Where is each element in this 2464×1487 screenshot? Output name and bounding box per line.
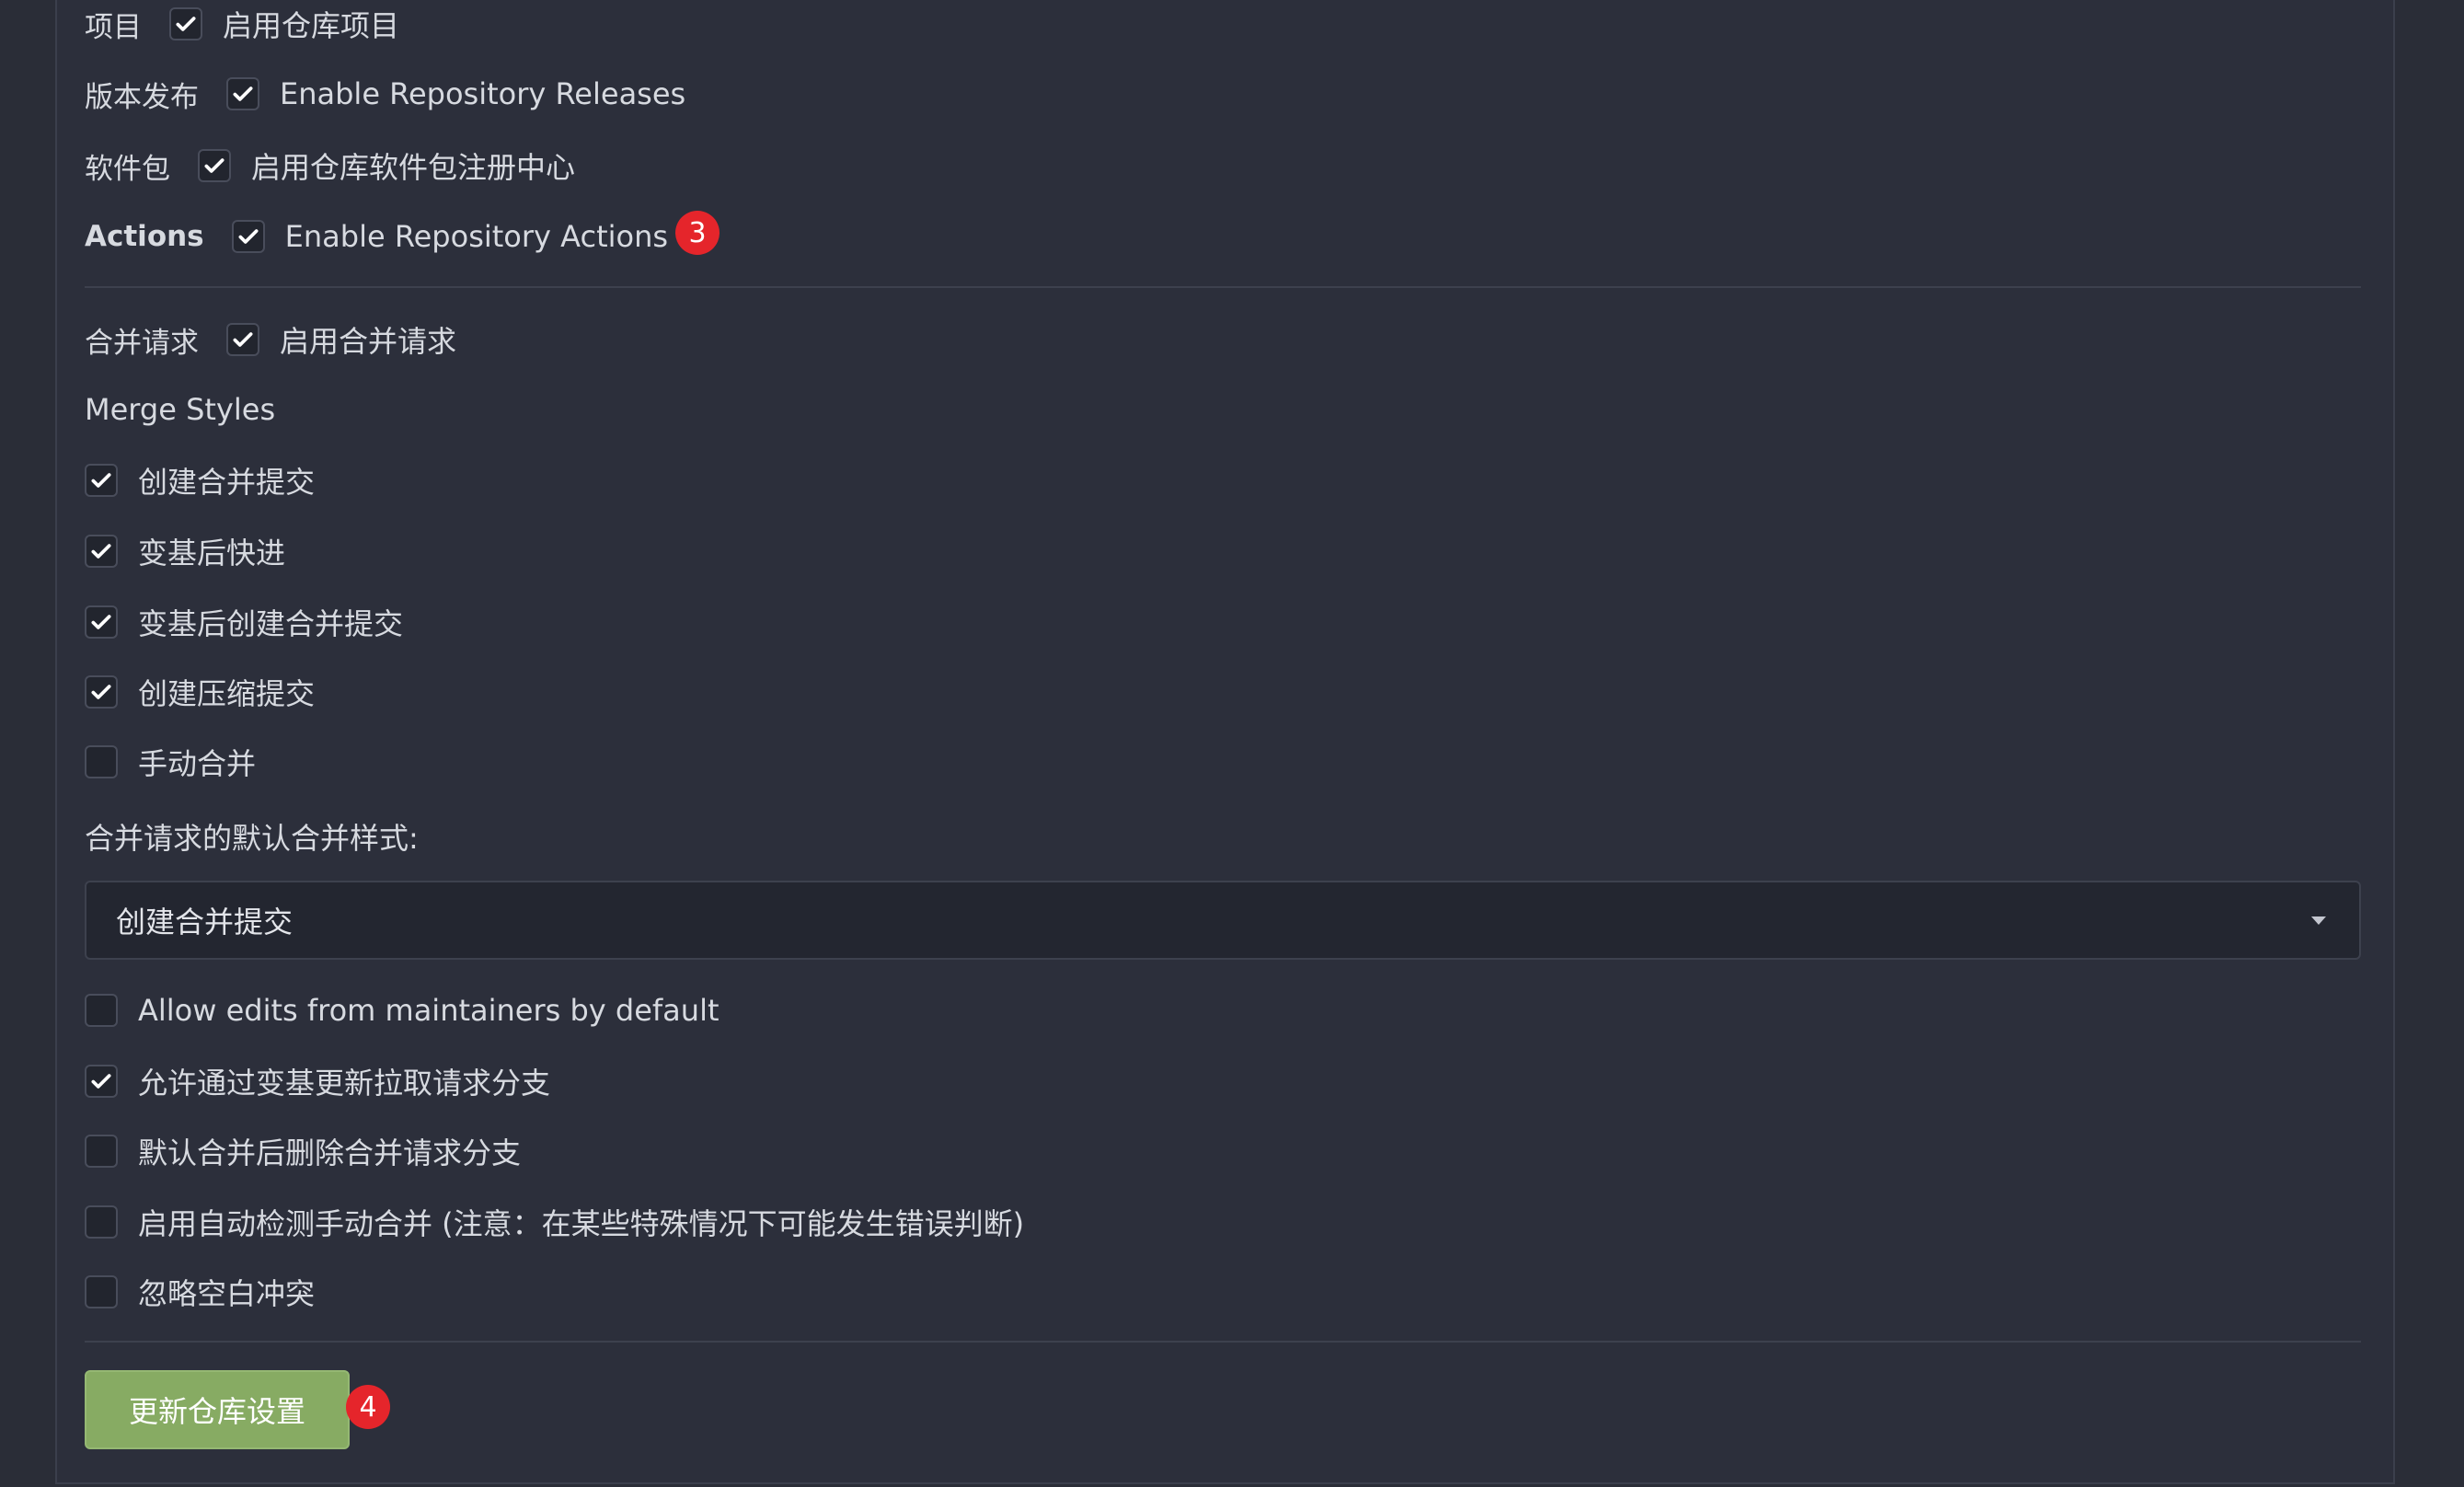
unit-actions-text: Enable Repository Actions: [284, 219, 669, 254]
option-item: 允许通过变基更新拉取请求分支: [85, 1054, 550, 1109]
unit-actions-row: Actions Enable Repository Actions 3: [85, 209, 720, 264]
update-settings-button[interactable]: 更新仓库设置: [85, 1370, 350, 1449]
unit-packages-row: 软件包 启用仓库软件包注册中心: [85, 138, 575, 193]
checkmark-icon: [91, 1074, 111, 1089]
option-label: 忽略空白冲突: [138, 1276, 316, 1311]
merge-style-item: 手动合并: [85, 734, 256, 790]
checkmark-icon: [238, 229, 259, 244]
pull-requests-label: 合并请求: [85, 326, 199, 360]
pull-requests-checkbox[interactable]: [226, 323, 259, 356]
checkmark-icon: [91, 685, 111, 699]
unit-projects-checkbox[interactable]: [169, 7, 202, 40]
option-checkbox[interactable]: [85, 1275, 118, 1308]
option-label: Allow edits from maintainers by default: [138, 993, 720, 1028]
option-checkbox[interactable]: [85, 1065, 118, 1098]
unit-packages-text: 启用仓库软件包注册中心: [251, 150, 576, 185]
merge-style-checkbox[interactable]: [85, 745, 118, 778]
option-item: 忽略空白冲突: [85, 1264, 315, 1320]
option-item: Allow edits from maintainers by default: [85, 983, 720, 1038]
unit-projects-label: 项目: [85, 10, 142, 44]
step-badge: 4: [346, 1385, 390, 1429]
unit-releases-row: 版本发布 Enable Repository Releases: [85, 66, 685, 121]
merge-style-checkbox[interactable]: [85, 605, 118, 639]
unit-releases-label: 版本发布: [85, 80, 199, 114]
pull-requests-text: 启用合并请求: [280, 324, 457, 359]
option-item: 启用自动检测手动合并 (注意：在某些特殊情况下可能发生错误判断): [85, 1194, 1024, 1250]
merge-style-checkbox[interactable]: [85, 535, 118, 568]
checkmark-icon: [91, 615, 111, 629]
checkmark-icon: [233, 86, 253, 101]
section-divider: [85, 286, 2361, 288]
section-divider: [85, 1341, 2361, 1343]
unit-releases-checkbox[interactable]: [226, 77, 259, 110]
merge-style-label: 创建压缩提交: [138, 676, 316, 711]
unit-actions-checkbox[interactable]: [231, 220, 265, 253]
option-label: 默认合并后删除合并请求分支: [138, 1135, 522, 1170]
merge-style-item: 变基后快进: [85, 524, 285, 579]
option-label: 启用自动检测手动合并 (注意：在某些特殊情况下可能发生错误判断): [138, 1206, 1025, 1241]
unit-packages-label: 软件包: [85, 152, 170, 186]
option-label: 允许通过变基更新拉取请求分支: [138, 1066, 551, 1101]
checkmark-icon: [204, 158, 225, 173]
merge-style-label: 变基后快进: [138, 536, 286, 571]
merge-style-checkbox[interactable]: [85, 464, 118, 497]
unit-projects-row: 项目 启用仓库项目: [85, 0, 399, 52]
checkmark-icon: [176, 17, 196, 31]
unit-releases-text: Enable Repository Releases: [280, 76, 686, 111]
merge-style-label: 手动合并: [138, 746, 257, 781]
step-badge: 3: [675, 211, 720, 255]
option-checkbox[interactable]: [85, 994, 118, 1027]
merge-style-item: 变基后创建合并提交: [85, 594, 403, 650]
merge-style-item: 创建合并提交: [85, 453, 315, 508]
default-merge-style-select[interactable]: 创建合并提交: [85, 881, 2361, 960]
default-merge-style-value: 创建合并提交: [116, 905, 294, 939]
merge-styles-heading: Merge Styles: [85, 392, 276, 427]
unit-packages-checkbox[interactable]: [198, 149, 231, 182]
unit-actions-label: Actions: [85, 220, 204, 253]
checkmark-icon: [233, 332, 253, 347]
checkmark-icon: [91, 544, 111, 559]
checkmark-icon: [91, 473, 111, 488]
merge-style-item: 创建压缩提交: [85, 664, 315, 720]
unit-projects-text: 启用仓库项目: [223, 8, 400, 43]
merge-style-checkbox[interactable]: [85, 675, 118, 709]
option-checkbox[interactable]: [85, 1205, 118, 1239]
option-item: 默认合并后删除合并请求分支: [85, 1124, 521, 1179]
pull-requests-row: 合并请求 启用合并请求: [85, 312, 456, 367]
merge-style-label: 创建合并提交: [138, 465, 316, 500]
merge-style-label: 变基后创建合并提交: [138, 606, 404, 641]
caret-down-icon: [2311, 916, 2326, 925]
default-merge-style-label: 合并请求的默认合并样式:: [85, 821, 419, 856]
option-checkbox[interactable]: [85, 1135, 118, 1168]
